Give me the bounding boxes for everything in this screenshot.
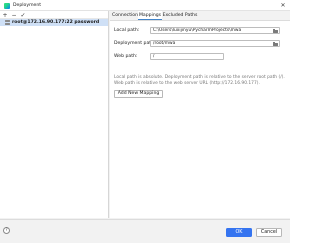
web-path-field[interactable]: / — [150, 53, 224, 60]
local-path-label: Local path: — [114, 28, 140, 33]
path-hint-text: Local path is absolute. Deployment path … — [114, 75, 285, 86]
web-path-label: Web path: — [114, 54, 138, 59]
folder-icon[interactable] — [272, 28, 278, 33]
pycharm-icon — [4, 2, 10, 9]
set-default-button[interactable]: ✓ — [20, 12, 26, 19]
web-path-value: / — [153, 54, 155, 59]
mappings-content: Local path: C:\Users\luxijinyu\PycharmPr… — [110, 20, 290, 231]
tab-connection[interactable]: Connection — [112, 11, 138, 20]
window-title: Deployment — [13, 2, 42, 8]
deployment-path-value: /root/mwa — [153, 41, 176, 46]
dialog-footer: ? OK Cancel — [0, 219, 290, 243]
title-bar: Deployment ✕ — [0, 0, 290, 11]
close-button[interactable]: ✕ — [278, 1, 288, 10]
local-path-field[interactable]: C:\Users\luxijinyu\PycharmProjects\mwa — [150, 27, 280, 34]
settings-tabs: Connection Mappings Excluded Paths — [110, 11, 290, 20]
folder-icon[interactable] — [272, 41, 278, 46]
tab-excluded-paths[interactable]: Excluded Paths — [162, 11, 198, 20]
local-path-value: C:\Users\luxijinyu\PycharmProjects\mwa — [153, 28, 242, 33]
server-toolbar: + − ✓ — [0, 11, 108, 19]
ok-button[interactable]: OK — [226, 228, 252, 237]
server-icon — [5, 20, 10, 25]
add-new-mapping-button[interactable]: Add New Mapping — [114, 90, 163, 98]
add-server-button[interactable]: + — [2, 12, 8, 19]
help-button[interactable]: ? — [3, 227, 10, 234]
server-item[interactable]: root@172.16.90.177:22 password — [0, 19, 108, 26]
tab-mappings[interactable]: Mappings — [138, 11, 162, 20]
remove-server-button[interactable]: − — [11, 12, 17, 19]
server-item-label: root@172.16.90.177:22 password — [12, 20, 100, 25]
cancel-button[interactable]: Cancel — [256, 228, 282, 237]
server-list: root@172.16.90.177:22 password — [0, 19, 108, 26]
server-settings-panel: Connection Mappings Excluded Paths Local… — [110, 11, 290, 231]
deployment-dialog: Deployment ✕ + − ✓ root@172.16.90.177:22… — [0, 0, 290, 243]
server-list-panel: + − ✓ root@172.16.90.177:22 password — [0, 11, 109, 218]
deployment-path-field[interactable]: /root/mwa — [150, 40, 280, 47]
